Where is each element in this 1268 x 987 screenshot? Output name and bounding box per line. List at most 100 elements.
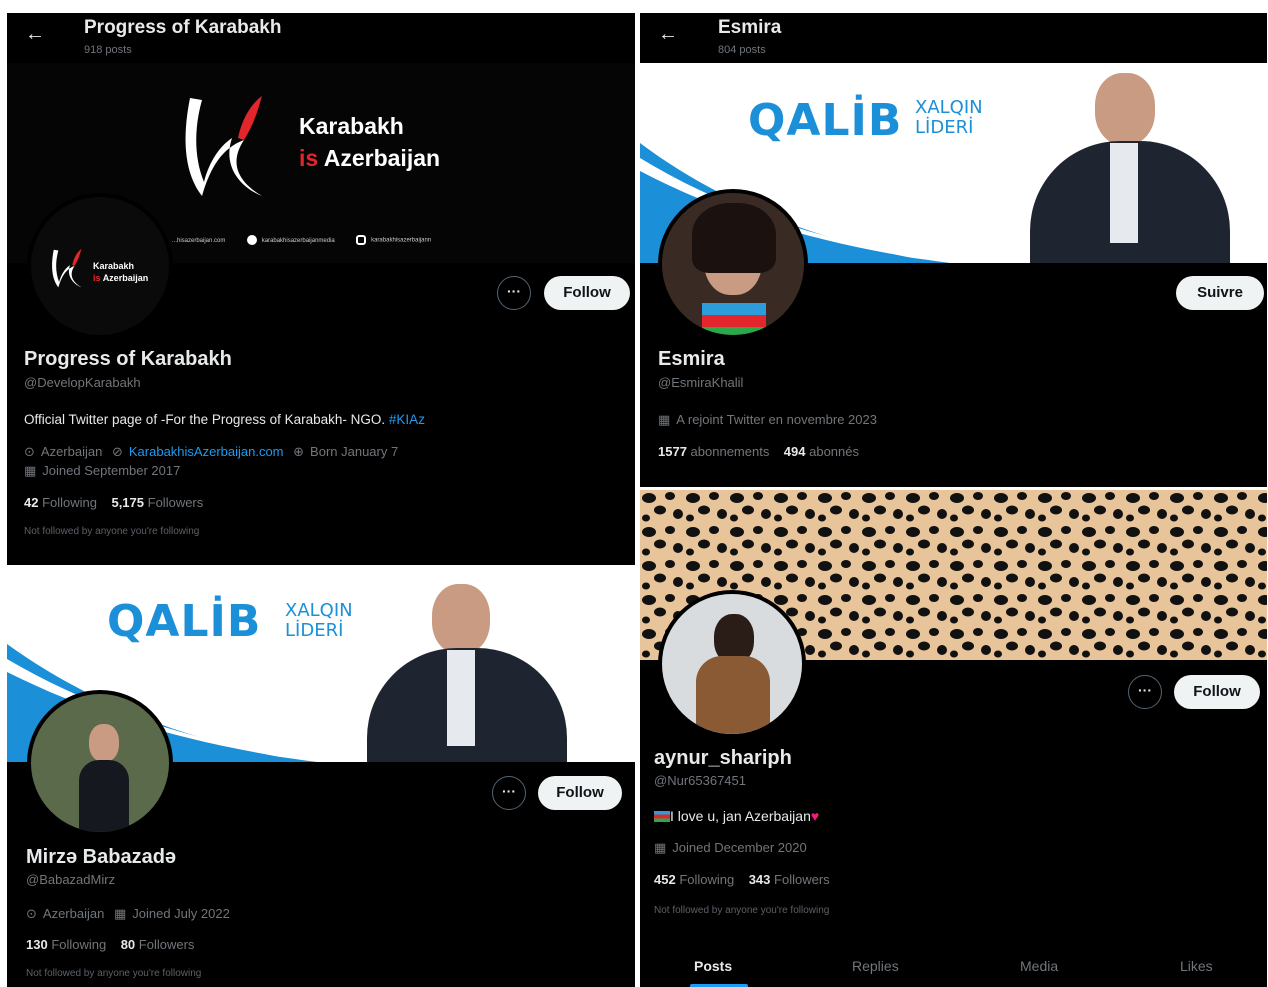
profile-name: aynur_shariph	[654, 747, 792, 769]
joined-row: ▦ A rejoint Twitter en novembre 2023	[658, 412, 883, 428]
following-link[interactable]: 130 Following	[26, 937, 106, 952]
top-bar-title: Esmira	[718, 17, 782, 38]
followers-label: abonnés	[809, 444, 859, 459]
avatar[interactable]	[27, 690, 173, 836]
follow-button[interactable]: Follow	[538, 776, 622, 810]
not-followed-note: Not followed by anyone you're following	[26, 968, 202, 979]
following-link[interactable]: 452 Following	[654, 872, 734, 887]
website-link[interactable]: KarabakhisAzerbaijan.com	[129, 444, 284, 459]
banner-xalqin-text: XALQIN	[915, 97, 983, 118]
followers-link[interactable]: 494 abonnés	[784, 444, 859, 459]
following-label: Following	[42, 495, 98, 510]
banner-lideri-text: LİDERİ	[915, 117, 974, 138]
post-count: 918 posts	[84, 44, 132, 56]
profile-bio: I love u, jan Azerbaijan♥	[654, 808, 819, 824]
followers-count: 80	[120, 937, 136, 952]
profile-name: Esmira	[658, 348, 725, 370]
followers-count: 5,175	[111, 495, 145, 510]
back-arrow-icon[interactable]: ←	[25, 23, 45, 46]
followers-link[interactable]: 343 Followers	[749, 872, 830, 887]
followers-link[interactable]: 5,175 Followers	[111, 495, 203, 510]
calendar-icon: ▦	[658, 412, 671, 427]
tab-likes[interactable]: Likes	[1180, 958, 1213, 974]
following-count: 130	[26, 937, 48, 952]
banner-slogan-line2: is Azerbaijan	[299, 145, 440, 172]
follow-stats: 42 Following 5,175 Followers	[24, 495, 203, 510]
profile-panel-esmira: ← Esmira 804 posts QALİB XALQIN LİDERİ S…	[640, 13, 1267, 487]
top-bar: ← Esmira 804 posts	[640, 13, 1267, 63]
avatar-body	[79, 760, 129, 832]
avatar[interactable]	[658, 189, 808, 339]
avatar-coat	[696, 656, 770, 734]
tab-media[interactable]: Media	[1020, 958, 1058, 974]
figure-head	[1095, 73, 1155, 145]
location-text: Azerbaijan	[42, 906, 105, 921]
karabakh-logo-small-icon	[52, 248, 82, 288]
banner-xalqin-text: XALQIN	[285, 600, 353, 621]
follow-button[interactable]: Follow	[544, 276, 630, 310]
follow-stats: 130 Following 80 Followers	[26, 937, 194, 952]
joined-text: Joined September 2017	[42, 463, 181, 478]
banner-slogan-line1: Karabakh	[299, 113, 404, 139]
followers-label: Followers	[774, 872, 830, 887]
facebook-icon	[247, 235, 258, 245]
followers-count: 494	[783, 444, 806, 459]
followers-label: Followers	[147, 495, 204, 510]
not-followed-note: Not followed by anyone you're following	[654, 905, 830, 916]
tab-posts[interactable]: Posts	[694, 958, 732, 974]
banner-link-instagram: karabakhisazerbaijann	[371, 237, 432, 244]
instagram-icon	[356, 235, 367, 245]
karabakh-logo-icon	[185, 96, 262, 196]
banner-portrait-figure	[367, 566, 617, 762]
following-link[interactable]: 42 Following	[24, 495, 97, 510]
joined-row: ▦ Joined September 2017	[24, 463, 186, 479]
heart-icon: ♥	[810, 808, 820, 824]
banner-link-website: ...hisazerbaijan.com	[172, 237, 226, 244]
azerbaijan-flag-icon	[654, 811, 670, 822]
following-count: 42	[24, 495, 39, 510]
profile-handle: @BabazadMirz	[26, 872, 116, 887]
profile-panel-aynur: ··· Follow aynur_shariph @Nur65367451 I …	[640, 490, 1267, 987]
not-followed-note: Not followed by anyone you're following	[24, 526, 200, 537]
avatar-text-line2: is Azerbaijan	[93, 273, 148, 283]
figure-shirt	[1110, 143, 1138, 243]
bio-text: Official Twitter page of -For the Progre…	[24, 412, 386, 427]
avatar[interactable]	[658, 590, 806, 738]
follow-button[interactable]: Suivre	[1176, 276, 1264, 310]
more-options-button[interactable]: ···	[497, 276, 531, 310]
avatar-flag-scarf	[702, 303, 766, 335]
avatar-is-word: is	[93, 273, 101, 283]
avatar-face	[89, 724, 119, 762]
profile-name: Mirzə Babazadə	[26, 846, 177, 868]
avatar[interactable]: Karabakh is Azerbaijan	[27, 193, 173, 339]
born-text: Born January 7	[310, 444, 399, 459]
avatar-azerbaijan-word: Azerbaijan	[102, 273, 149, 283]
joined-row: ▦ Joined December 2020	[654, 840, 813, 856]
bio-hashtag[interactable]: #KIAz	[389, 412, 425, 427]
calendar-icon: ▦	[113, 906, 127, 921]
tab-replies[interactable]: Replies	[852, 958, 899, 974]
back-arrow-icon[interactable]: ←	[658, 23, 678, 46]
banner-is-word: is	[299, 145, 319, 171]
following-count: 1577	[658, 444, 687, 459]
followers-count: 343	[748, 872, 771, 887]
figure-shirt	[447, 650, 475, 746]
follow-button[interactable]: Follow	[1174, 675, 1260, 709]
followers-label: Followers	[138, 937, 195, 952]
more-options-button[interactable]: ···	[1128, 675, 1162, 709]
banner-qalib-text: QALİB	[107, 596, 262, 647]
location-text: Azerbaijan	[40, 444, 103, 459]
profile-meta-row: ⊙ Azerbaijan ▦ Joined July 2022	[26, 906, 236, 922]
more-options-button[interactable]: ···	[492, 776, 526, 810]
following-label: Following	[679, 872, 735, 887]
profile-bio: Official Twitter page of -For the Progre…	[24, 412, 425, 427]
followers-link[interactable]: 80 Followers	[121, 937, 195, 952]
following-label: abonnements	[690, 444, 770, 459]
following-link[interactable]: 1577 abonnements	[658, 444, 769, 459]
profile-panel-karabakh: ← Progress of Karabakh 918 posts Karabak…	[7, 13, 635, 565]
avatar-hair	[692, 203, 776, 273]
banner-links-row: ...hisazerbaijan.com karabakhisazerbaija…	[172, 235, 431, 245]
figure-head	[432, 584, 490, 654]
profile-name: Progress of Karabakh	[24, 348, 232, 370]
profile-tabs: Posts Replies Media Likes	[640, 950, 1267, 987]
